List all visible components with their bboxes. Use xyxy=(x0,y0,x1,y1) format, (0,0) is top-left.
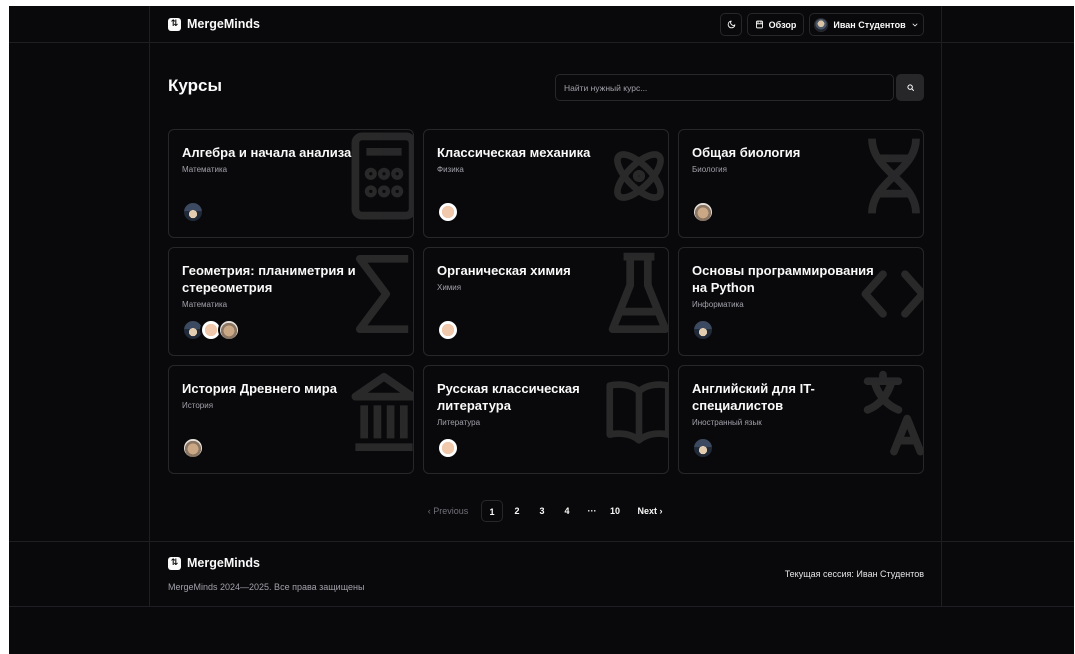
search-button[interactable] xyxy=(896,74,924,101)
moon-icon xyxy=(727,20,735,29)
course-card[interactable]: Русская классическая литература Литерату… xyxy=(423,365,669,474)
instructor-avatars xyxy=(437,437,459,459)
course-title: Алгебра и начала анализа xyxy=(182,145,352,160)
instructor-avatars xyxy=(692,201,714,223)
course-title: Русская классическая литература xyxy=(437,381,580,413)
course-card[interactable]: Английский для IT-специалистов Иностранн… xyxy=(678,365,924,474)
instructor-avatars xyxy=(182,319,240,341)
course-title: Геометрия: планиметрия и стереометрия xyxy=(182,263,356,295)
footer-brand[interactable]: ⇅ MergeMinds xyxy=(168,556,260,570)
top-header: ⇅ MergeMinds Обзор Иван Студентов xyxy=(9,6,1074,42)
header-divider xyxy=(9,42,1074,43)
course-title: Основы программирования на Python xyxy=(692,263,874,295)
pagination-page-4[interactable]: 4 xyxy=(557,500,577,522)
footer-copyright: MergeMinds 2024—2025. Все права защищены xyxy=(168,582,365,592)
course-subject: Иностранный язык xyxy=(692,418,762,427)
brand-logo-icon: ⇅ xyxy=(168,556,181,570)
instructor-avatars xyxy=(692,319,714,341)
course-subject: Литература xyxy=(437,418,481,427)
course-subject: Информатика xyxy=(692,300,744,309)
course-subject: Биология xyxy=(692,165,727,174)
chevron-down-icon xyxy=(912,23,918,26)
course-title: Органическая химия xyxy=(437,263,571,278)
app-page: ⇅ MergeMinds Обзор Иван Студентов Курсы … xyxy=(9,6,1074,654)
course-card[interactable]: Общая биология Биология xyxy=(678,129,924,238)
pagination-previous-button[interactable]: ‹ Previous xyxy=(423,500,473,522)
instructor-avatar xyxy=(182,201,204,223)
course-subject: Химия xyxy=(437,283,462,292)
footer-divider-bottom xyxy=(9,606,1074,607)
footer-brand-name: MergeMinds xyxy=(187,556,260,570)
instructor-avatar xyxy=(218,319,240,341)
user-menu-button[interactable]: Иван Студентов xyxy=(809,13,924,36)
instructor-avatars xyxy=(437,319,459,341)
course-subject: Математика xyxy=(182,300,228,309)
course-card[interactable]: Органическая химия Химия xyxy=(423,247,669,356)
user-avatar xyxy=(814,17,829,32)
instructor-avatars xyxy=(182,201,204,223)
course-title: Общая биология xyxy=(692,145,801,160)
instructor-avatar xyxy=(437,319,459,341)
pagination-page-2[interactable]: 2 xyxy=(507,500,527,522)
footer-session: Текущая сессия: Иван Студентов xyxy=(784,569,924,579)
instructor-avatar xyxy=(182,437,204,459)
brand-name: MergeMinds xyxy=(187,17,260,31)
overview-label: Обзор xyxy=(768,19,797,30)
course-subject: Физика xyxy=(437,165,464,174)
course-subject: Математика xyxy=(182,165,228,174)
course-card[interactable]: История Древнего мира История xyxy=(168,365,414,474)
footer-divider-top xyxy=(9,541,1074,542)
user-name: Иван Студентов xyxy=(833,19,906,30)
course-card[interactable]: Основы программирования на Python Информ… xyxy=(678,247,924,356)
pagination: ‹ Previous 1 2 3 4 ··· 10 Next › xyxy=(9,500,1074,522)
calendar-icon xyxy=(755,20,763,29)
course-title: Классическая механика xyxy=(437,145,591,160)
course-title: История Древнего мира xyxy=(182,381,337,396)
course-card[interactable]: Геометрия: планиметрия и стереометрия Ма… xyxy=(168,247,414,356)
brand-logo-icon: ⇅ xyxy=(168,17,181,31)
instructor-avatar xyxy=(437,437,459,459)
course-card[interactable]: Алгебра и начала анализа Математика xyxy=(168,129,414,238)
pagination-page-10[interactable]: 10 xyxy=(605,500,625,522)
overview-button[interactable]: Обзор xyxy=(747,13,804,36)
course-title: Английский для IT-специалистов xyxy=(692,381,815,413)
search-icon xyxy=(906,84,914,91)
theme-toggle-button[interactable] xyxy=(720,13,742,36)
brand-link[interactable]: ⇅ MergeMinds xyxy=(168,17,260,31)
page-title: Курсы xyxy=(168,76,222,95)
pagination-next-button[interactable]: Next › xyxy=(633,500,667,522)
instructor-avatar xyxy=(692,201,714,223)
pagination-ellipsis: ··· xyxy=(587,506,597,516)
course-search-input[interactable] xyxy=(555,74,894,101)
course-subject: История xyxy=(182,401,214,410)
instructor-avatars xyxy=(182,437,204,459)
pagination-page-1[interactable]: 1 xyxy=(481,500,503,522)
course-card[interactable]: Классическая механика Физика xyxy=(423,129,669,238)
instructor-avatar xyxy=(692,319,714,341)
instructor-avatars xyxy=(437,201,459,223)
pagination-page-3[interactable]: 3 xyxy=(532,500,552,522)
instructor-avatar xyxy=(437,201,459,223)
instructor-avatars xyxy=(692,437,714,459)
instructor-avatar xyxy=(692,437,714,459)
